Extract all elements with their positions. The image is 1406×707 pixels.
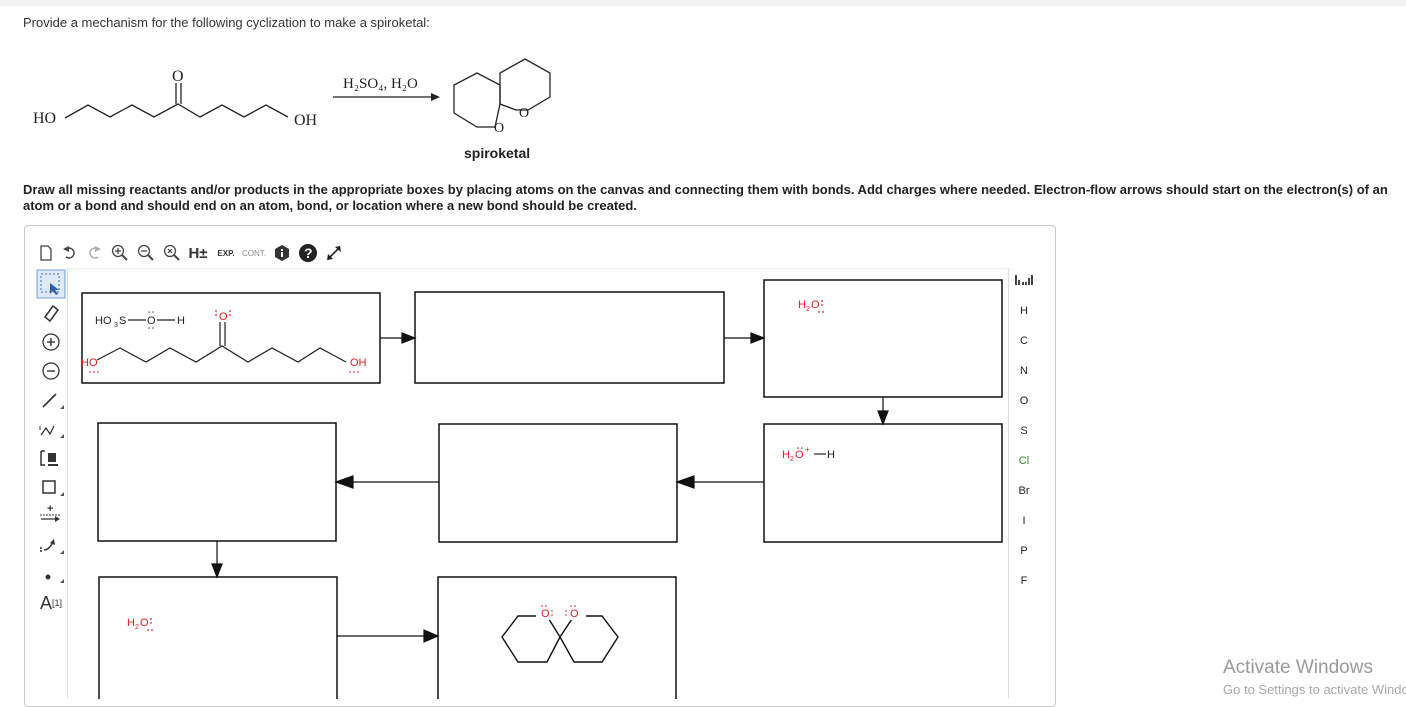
lone-pair-dot-icon[interactable]: [35, 560, 67, 588]
box8-spiroketal-structure: [501, 615, 619, 663]
box1-acid-ho: HO: [95, 315, 112, 327]
template-tool-icon[interactable]: [35, 444, 67, 472]
element-cl[interactable]: Cl: [1009, 450, 1039, 472]
reagents-label: H₂SO₄, H₂O: [343, 76, 418, 92]
product-ring-left: [453, 72, 501, 128]
mechanism-box-5: [438, 423, 678, 543]
zoom-reset-icon[interactable]: [161, 240, 183, 266]
chain-tool-icon[interactable]: [35, 415, 67, 443]
svg-text:?: ?: [304, 245, 313, 261]
element-f[interactable]: F: [1009, 570, 1039, 592]
mechanism-box-3: [763, 279, 1003, 398]
box4-hydronium-h2: H: [827, 449, 835, 461]
atom-label-superscript: [1]: [52, 598, 63, 608]
box1-acid-o: O: [147, 315, 156, 327]
info-icon[interactable]: [271, 240, 293, 266]
mechanism-box-6: [97, 422, 337, 542]
box1-acid-s: S: [119, 315, 126, 327]
svg-text:+: +: [47, 503, 53, 515]
top-bar: [0, 0, 1406, 6]
box1-acid-h: H: [177, 315, 185, 327]
box8-oxygen-2: O: [570, 608, 579, 620]
element-n[interactable]: N: [1009, 360, 1039, 382]
carbonyl-o-label: O: [172, 68, 184, 85]
element-panel: H C N O S Cl Br I P F: [1008, 268, 1039, 698]
expand-button[interactable]: EXP.: [213, 240, 239, 266]
eraser-icon[interactable]: [35, 299, 67, 327]
contract-button[interactable]: CONT.: [241, 240, 267, 266]
box4-hydronium-subscript: 2: [790, 456, 794, 463]
instructions-text: Draw all missing reactants and/or produc…: [23, 182, 1388, 213]
box4-hydronium-charge: +: [805, 445, 810, 454]
product-o-top-label: O: [519, 106, 529, 121]
mechanism-box-4: [763, 423, 1003, 543]
mechanism-canvas[interactable]: HO 3 S O H O HO OH H 2 O H 2 O + H H 2 O…: [68, 269, 1008, 699]
box1-oh: OH: [350, 357, 367, 369]
mechanism-box-7: [98, 576, 338, 699]
element-o[interactable]: O: [1009, 390, 1039, 412]
reactant-chain: [64, 103, 289, 119]
box1-ho: HO: [81, 357, 98, 369]
box4-hydronium-h: H: [782, 449, 790, 461]
box1-acid-subscript: 3: [114, 322, 118, 329]
fullscreen-icon[interactable]: [323, 240, 345, 266]
undo-icon[interactable]: [59, 240, 81, 266]
new-document-icon[interactable]: [35, 240, 57, 266]
explicit-hydrogens-button[interactable]: H±: [187, 240, 209, 266]
box7-water-subscript: 2: [135, 624, 139, 631]
element-h[interactable]: H: [1009, 300, 1039, 322]
redo-icon[interactable]: [83, 240, 105, 266]
positive-charge-icon[interactable]: [35, 328, 67, 356]
question-text: Provide a mechanism for the following cy…: [23, 15, 430, 30]
activate-windows-subtitle: Go to Settings to activate Windows.: [1223, 682, 1406, 697]
box7-water-h: H: [127, 617, 135, 629]
mechanism-box-2: [414, 291, 725, 384]
element-s[interactable]: S: [1009, 420, 1039, 442]
mechanism-box-1: [81, 292, 381, 384]
electron-flow-arrow-icon[interactable]: [35, 531, 67, 559]
negative-charge-icon[interactable]: [35, 357, 67, 385]
box8-oxygen-1: O: [541, 608, 550, 620]
help-icon[interactable]: ?: [297, 240, 319, 266]
atom-label-letter: A: [39, 592, 52, 613]
mechanism-box-8: [437, 576, 677, 699]
atom-label-charge-tool[interactable]: A [1]: [35, 589, 67, 617]
reaction-arrow-tool-icon[interactable]: +: [35, 502, 67, 530]
element-br[interactable]: Br: [1009, 480, 1039, 502]
periodic-table-icon[interactable]: [1009, 272, 1039, 294]
left-tool-panel: + A [1]: [35, 268, 67, 698]
element-p[interactable]: P: [1009, 540, 1039, 562]
element-c[interactable]: C: [1009, 330, 1039, 352]
box4-hydronium-o: O: [795, 449, 804, 461]
box1-chain: [96, 345, 347, 363]
box1-carbonyl-o: O: [219, 311, 228, 323]
zoom-in-icon[interactable]: [109, 240, 131, 266]
reactant-oh-label: OH: [294, 112, 318, 129]
box3-water-subscript: 2: [806, 306, 810, 313]
single-bond-icon[interactable]: [35, 386, 67, 414]
reactant-ho-label: HO: [33, 110, 56, 127]
box3-water-o: O: [811, 299, 820, 311]
element-i[interactable]: I: [1009, 510, 1039, 532]
ring-tool-icon[interactable]: [35, 473, 67, 501]
product-label: spiroketal: [464, 145, 531, 161]
product-ring-right: [499, 58, 551, 111]
box3-water-h: H: [798, 299, 806, 311]
select-tool-icon[interactable]: [35, 269, 67, 299]
activate-windows-title: Activate Windows: [1223, 657, 1373, 678]
zoom-out-icon[interactable]: [135, 240, 157, 266]
box7-water-o: O: [140, 617, 149, 629]
reaction-scheme: HO OH O H₂SO₄, H₂O O O: [33, 58, 551, 136]
